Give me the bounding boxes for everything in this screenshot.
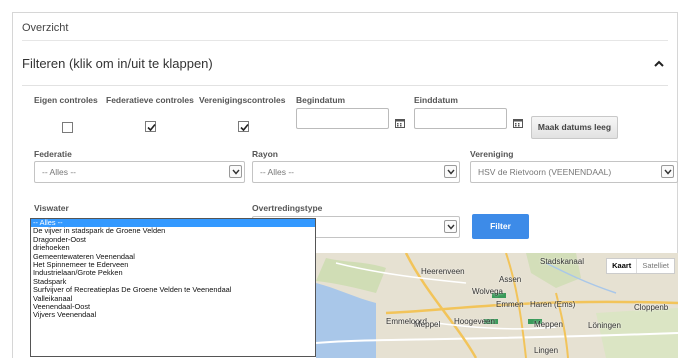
map-label: Cloppenb (634, 303, 669, 312)
map-label: Meppel (414, 320, 441, 329)
association-select-value: HSV de Rietvoorn (VEENENDAAL) (478, 167, 612, 177)
federation-select[interactable]: -- Alles -- (34, 161, 245, 183)
association-checks-label: Verenigingscontroles (199, 95, 286, 105)
map-label: Hoogeveen (454, 317, 495, 326)
map-type-control: Kaart Satelliet (606, 258, 675, 274)
page-title: Overzicht (22, 22, 69, 34)
map-view[interactable]: Heerenveen Assen Stadskanaal Wolvega Emm… (316, 253, 678, 358)
federation-select-value: -- Alles -- (42, 167, 76, 177)
map-label: Wolvega (472, 287, 503, 296)
district-select-value: -- Alles -- (260, 167, 294, 177)
map-label: Löningen (588, 321, 621, 330)
chevron-up-icon[interactable] (652, 58, 666, 70)
calendar-icon[interactable] (395, 118, 405, 128)
map-label: Meppen (534, 320, 563, 329)
chevron-down-icon[interactable] (444, 220, 457, 233)
district-select[interactable]: -- Alles -- (252, 161, 460, 183)
district-label: Rayon (252, 149, 278, 159)
end-date-label: Einddatum (414, 95, 458, 105)
checkmark-icon (147, 123, 156, 132)
map-label: Assen (499, 275, 522, 284)
end-date-input[interactable] (414, 108, 507, 129)
title-divider (22, 40, 668, 41)
map-type-satellite-button[interactable]: Satelliet (636, 259, 674, 273)
association-select[interactable]: HSV de Rietvoorn (VEENENDAAL) (470, 161, 678, 183)
begin-date-label: Begindatum (296, 95, 346, 105)
own-checks-checkbox[interactable] (62, 122, 73, 133)
federation-checks-label: Federatieve controles (106, 95, 194, 105)
checkmark-icon (240, 123, 249, 132)
water-option[interactable]: Industrielaan/Grote Pekken (31, 268, 315, 277)
filter-button[interactable]: Filter (472, 214, 529, 239)
water-label: Viswater (34, 203, 69, 213)
association-checks-checkbox[interactable] (238, 121, 249, 132)
water-option[interactable]: Surfvijver of Recreatieplas De Groene Ve… (31, 285, 315, 294)
water-select-dropdown[interactable]: -- Alles -- De vijver in stadspark de Gr… (30, 218, 316, 357)
clear-dates-button[interactable]: Maak datums leeg (531, 116, 618, 139)
map-label: Lingen (534, 346, 559, 355)
filter-toggle-header[interactable]: Filteren (klik om in/uit te klappen) (22, 56, 213, 71)
chevron-down-icon[interactable] (229, 165, 242, 178)
map-label: Stadskanaal (540, 257, 585, 266)
chevron-down-icon[interactable] (661, 165, 674, 178)
violation-type-label: Overtredingstype (252, 203, 323, 213)
map-label: Emmen (496, 300, 524, 309)
water-option[interactable]: Vijvers Veenendaal (31, 310, 315, 319)
begin-date-input[interactable] (296, 108, 389, 129)
calendar-icon[interactable] (513, 118, 523, 128)
water-option[interactable]: Dragonder-Oost (31, 235, 315, 244)
own-checks-label: Eigen controles (34, 95, 98, 105)
federation-label: Federatie (34, 149, 72, 159)
chevron-down-icon[interactable] (444, 165, 457, 178)
map-label: Haren (Ems) (530, 300, 576, 309)
map-label: Heerenveen (421, 267, 465, 276)
filter-divider (22, 85, 668, 86)
association-label: Vereniging (470, 149, 514, 159)
map-type-map-button[interactable]: Kaart (607, 259, 636, 273)
federation-checks-checkbox[interactable] (145, 121, 156, 132)
